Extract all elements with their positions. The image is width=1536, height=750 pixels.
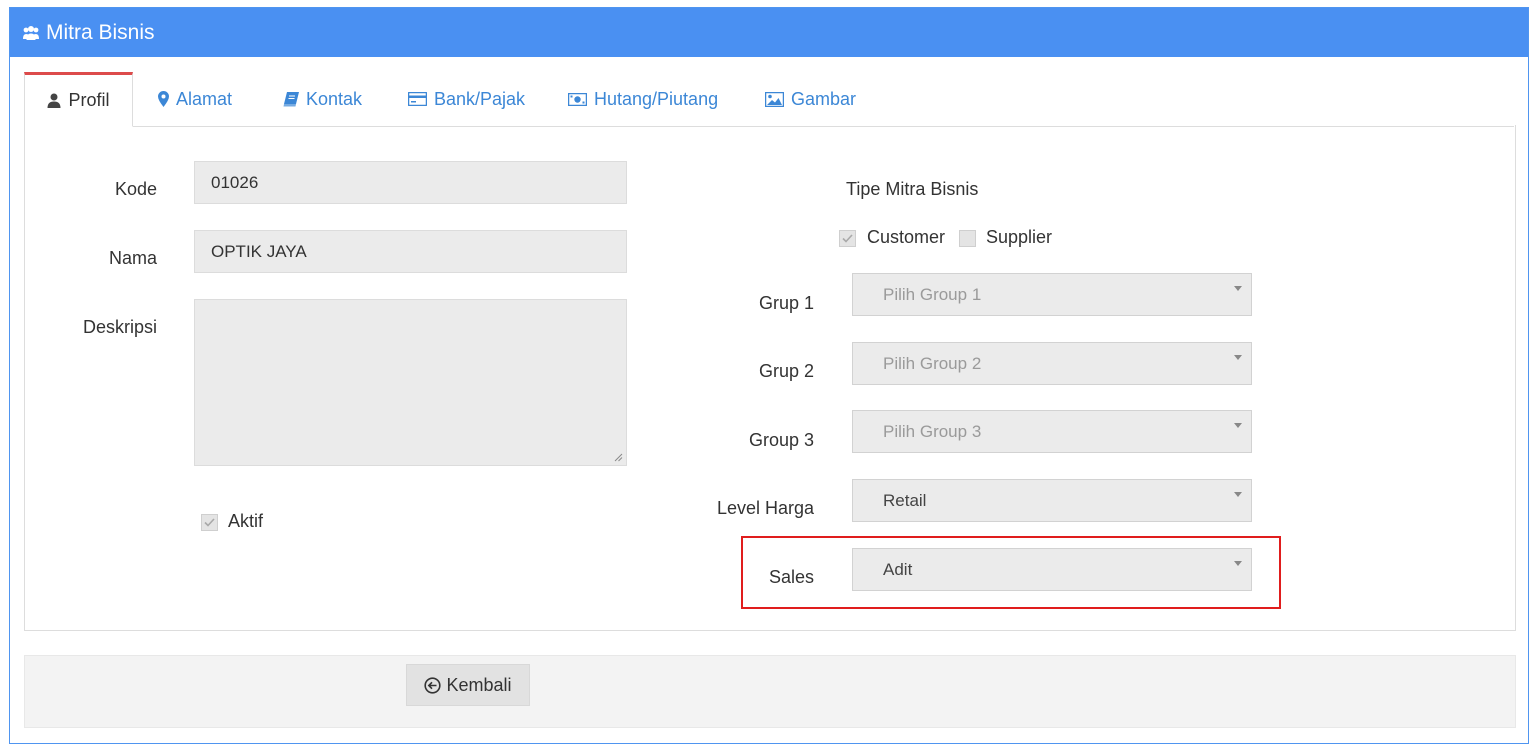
tab-bar: Profil Alamat Kontak Bank/Pajak Hutang/P… bbox=[24, 72, 1514, 127]
map-marker-icon bbox=[158, 91, 169, 107]
grup1-label: Grup 1 bbox=[758, 293, 814, 313]
form-footer: Kembali bbox=[24, 655, 1516, 728]
grup1-select[interactable]: Pilih Group 1 bbox=[852, 273, 1252, 316]
tab-bank-pajak[interactable]: Bank/Pajak bbox=[408, 72, 525, 126]
caret-down-icon bbox=[1234, 423, 1242, 428]
aktif-label: Aktif bbox=[228, 511, 264, 531]
aktif-checkbox[interactable] bbox=[201, 514, 218, 531]
kode-label: Kode bbox=[114, 179, 157, 199]
nama-field[interactable]: OPTIK JAYA bbox=[194, 230, 627, 273]
deskripsi-textarea[interactable] bbox=[194, 299, 627, 466]
supplier-label: Supplier bbox=[986, 227, 1053, 247]
tab-profil[interactable]: Profil bbox=[24, 72, 133, 127]
customer-label: Customer bbox=[867, 227, 946, 247]
tab-label: Kontak bbox=[306, 88, 363, 109]
kode-field[interactable]: 01026 bbox=[194, 161, 627, 204]
panel-title: Mitra Bisnis bbox=[46, 20, 155, 44]
kembali-label: Kembali bbox=[446, 674, 512, 695]
arrow-circle-left-icon bbox=[424, 676, 442, 694]
tab-label: Profil bbox=[68, 90, 110, 110]
tab-gambar[interactable]: Gambar bbox=[765, 72, 856, 126]
check-icon bbox=[842, 234, 853, 243]
deskripsi-label: Deskripsi bbox=[82, 317, 157, 337]
tab-label: Gambar bbox=[791, 88, 857, 109]
tab-label: Alamat bbox=[176, 88, 233, 109]
tab-alamat[interactable]: Alamat bbox=[158, 72, 232, 126]
credit-card-icon bbox=[408, 92, 427, 106]
grup2-value: Pilih Group 2 bbox=[883, 353, 982, 373]
customer-checkbox[interactable] bbox=[839, 230, 856, 247]
image-icon bbox=[765, 91, 784, 107]
level-harga-label: Level Harga bbox=[716, 498, 814, 518]
supplier-checkbox[interactable] bbox=[959, 230, 976, 247]
resize-handle-icon[interactable] bbox=[614, 453, 623, 462]
mitra-bisnis-panel: Mitra Bisnis Profil Alamat Kontak Bank/P… bbox=[9, 7, 1529, 744]
book-icon bbox=[283, 91, 299, 107]
tab-hutang-piutang[interactable]: Hutang/Piutang bbox=[568, 72, 718, 126]
check-icon bbox=[204, 518, 215, 527]
grup2-select[interactable]: Pilih Group 2 bbox=[852, 342, 1252, 385]
tab-label: Bank/Pajak bbox=[434, 88, 526, 109]
grup1-value: Pilih Group 1 bbox=[883, 284, 982, 304]
kembali-button[interactable]: Kembali bbox=[406, 664, 530, 706]
group3-label: Group 3 bbox=[748, 430, 814, 450]
level-harga-select[interactable]: Retail bbox=[852, 479, 1252, 522]
user-icon bbox=[47, 93, 61, 108]
group3-select[interactable]: Pilih Group 3 bbox=[852, 410, 1252, 453]
nama-label: Nama bbox=[108, 248, 157, 268]
tab-kontak[interactable]: Kontak bbox=[283, 72, 362, 126]
group3-value: Pilih Group 3 bbox=[883, 421, 982, 441]
grup2-label: Grup 2 bbox=[758, 361, 814, 381]
caret-down-icon bbox=[1234, 492, 1242, 497]
caret-down-icon bbox=[1234, 286, 1242, 291]
panel-header: Mitra Bisnis bbox=[10, 8, 1528, 57]
level-harga-value: Retail bbox=[883, 490, 927, 510]
sales-highlight-box bbox=[741, 536, 1281, 609]
money-icon bbox=[568, 92, 587, 106]
tab-label: Hutang/Piutang bbox=[594, 88, 719, 109]
users-icon bbox=[22, 25, 40, 41]
caret-down-icon bbox=[1234, 355, 1242, 360]
tipe-mitra-title: Tipe Mitra Bisnis bbox=[846, 179, 979, 199]
